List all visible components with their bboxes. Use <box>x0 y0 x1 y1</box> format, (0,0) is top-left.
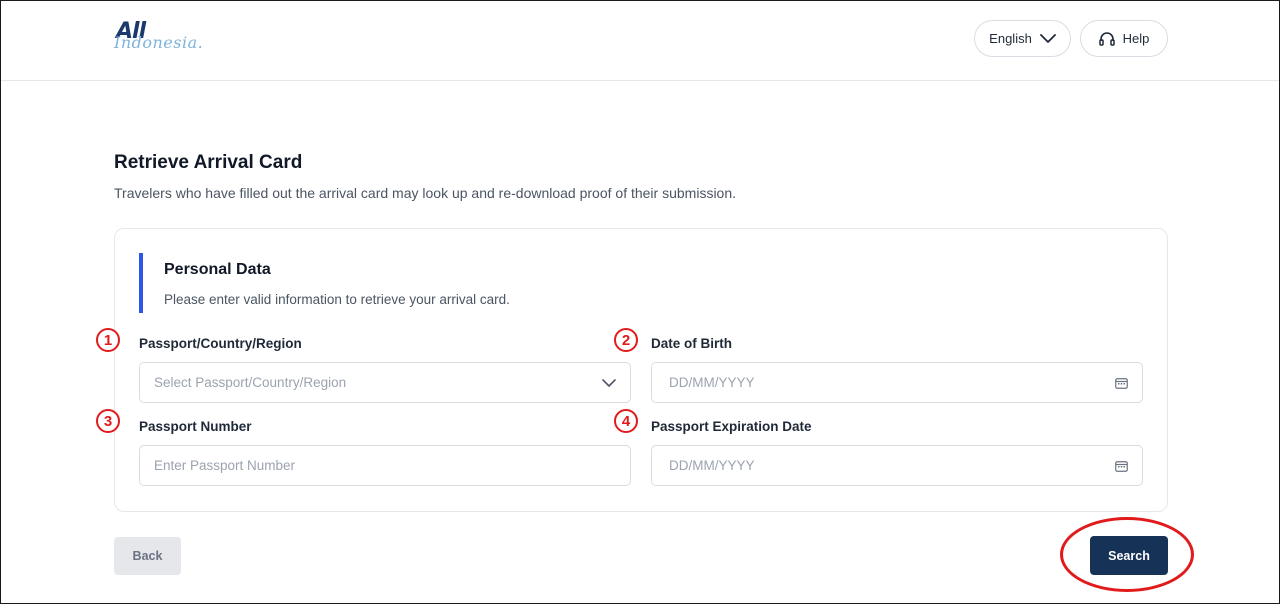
annotation-marker-4: 4 <box>614 409 638 433</box>
passport-expiration-label: Passport Expiration Date <box>651 419 812 434</box>
language-selector[interactable]: English <box>974 20 1071 57</box>
search-button[interactable]: Search <box>1090 536 1168 575</box>
passport-country-placeholder: Select Passport/Country/Region <box>154 375 347 390</box>
passport-expiration-input[interactable]: DD/MM/YYYY <box>651 445 1143 486</box>
date-of-birth-input[interactable]: DD/MM/YYYY <box>651 362 1143 403</box>
chevron-down-icon <box>1039 33 1056 44</box>
page-description: Travelers who have filled out the arriva… <box>114 185 737 201</box>
passport-expiration-placeholder: DD/MM/YYYY <box>669 458 755 473</box>
passport-number-label: Passport Number <box>139 419 252 434</box>
headset-icon <box>1098 31 1115 46</box>
section-description: Please enter valid information to retrie… <box>164 292 510 307</box>
calendar-icon[interactable] <box>1115 377 1128 389</box>
date-of-birth-placeholder: DD/MM/YYYY <box>669 375 755 390</box>
page-title: Retrieve Arrival Card <box>114 152 303 173</box>
language-label: English <box>989 31 1032 46</box>
passport-number-input[interactable]: Enter Passport Number <box>139 445 631 486</box>
passport-country-select[interactable]: Select Passport/Country/Region <box>139 362 631 403</box>
top-navigation-bar: All Indonesia. English Help <box>1 1 1279 81</box>
section-accent-bar <box>139 253 143 313</box>
all-indonesia-logo[interactable]: All Indonesia. <box>114 19 204 59</box>
back-button[interactable]: Back <box>114 537 181 575</box>
annotation-marker-1: 1 <box>96 328 120 352</box>
annotation-marker-3: 3 <box>96 409 120 433</box>
calendar-icon[interactable] <box>1115 460 1128 472</box>
help-button[interactable]: Help <box>1080 20 1168 57</box>
help-label: Help <box>1122 31 1150 46</box>
passport-number-placeholder: Enter Passport Number <box>154 458 296 473</box>
logo-text-indonesia: Indonesia. <box>114 33 204 52</box>
section-title: Personal Data <box>164 261 271 278</box>
date-of-birth-label: Date of Birth <box>651 336 732 351</box>
chevron-down-icon <box>602 378 616 387</box>
passport-country-label: Passport/Country/Region <box>139 336 302 351</box>
annotation-marker-2: 2 <box>614 328 638 352</box>
